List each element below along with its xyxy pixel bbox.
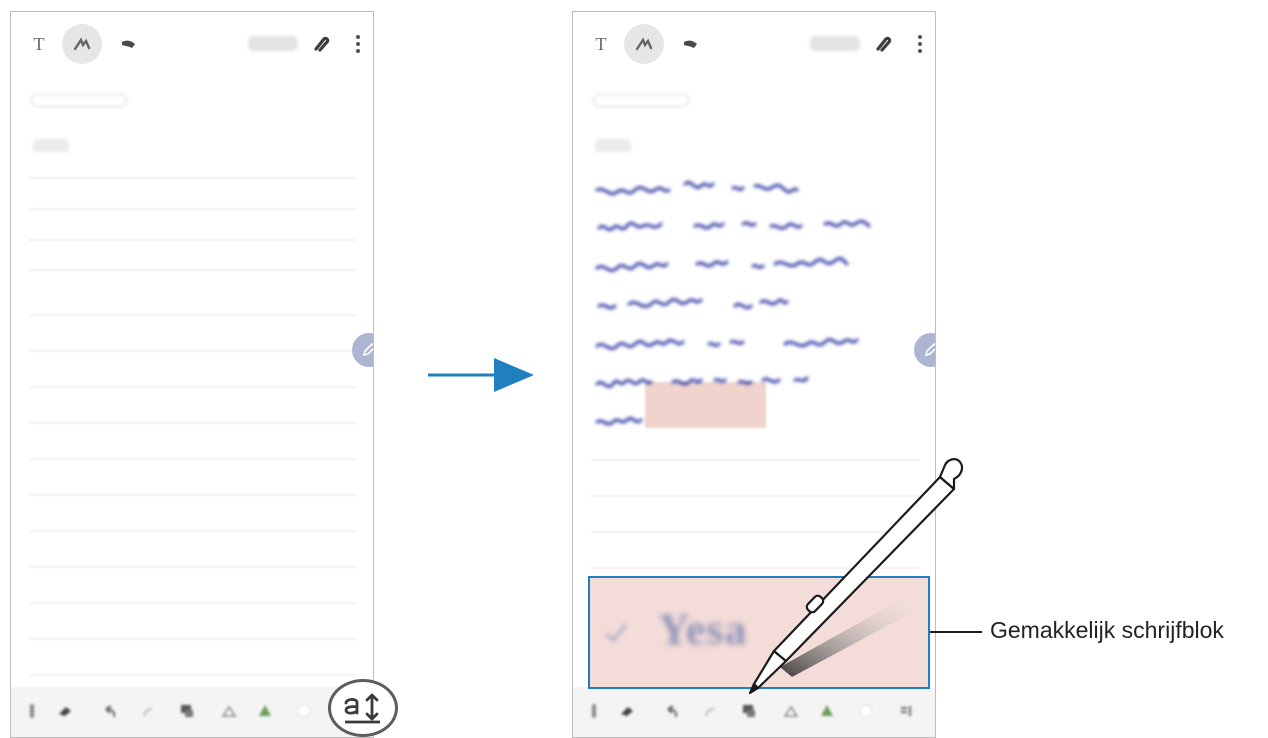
handwriting-strokes [595,181,871,426]
ruled-line [29,422,357,424]
ruled-line [29,530,357,532]
pen-mode-icon[interactable] [624,24,664,64]
palette-icon[interactable] [859,704,875,718]
s-pen-icon [748,458,964,695]
ruled-line [29,208,357,210]
more-options-icon[interactable] [346,32,370,56]
select-icon[interactable] [179,704,195,718]
top-toolbar: T [11,12,373,74]
ruled-line [29,239,357,241]
brush-mode-icon[interactable] [117,32,141,56]
easy-writing-pad-icon[interactable] [899,704,915,718]
ruled-line [29,674,357,676]
bottom-toolbar [11,687,373,737]
ruled-line [29,638,357,640]
color-icon[interactable] [819,704,835,718]
ruled-line [29,494,357,496]
eraser-icon[interactable] [619,704,635,718]
redo-icon[interactable] [141,704,157,718]
save-button[interactable] [810,36,860,51]
palette-icon[interactable] [297,704,313,718]
text-mode-glyph: T [33,33,45,54]
easy-writing-pad-icon [344,693,380,724]
text-mode-glyph: T [595,33,607,54]
ruled-line [29,350,357,352]
brush-mode-icon[interactable] [679,32,703,56]
callout-label: Gemakkelijk schrijfblok [990,617,1224,643]
ruled-line [29,177,357,179]
arrow-right-icon [428,358,534,392]
ruled-line [29,314,357,316]
left-phone-screen: T [10,11,374,738]
category-chip[interactable] [593,94,689,107]
shape-icon[interactable] [221,704,237,718]
category-chip[interactable] [31,94,127,107]
redo-icon[interactable] [703,704,719,718]
text-mode-icon[interactable]: T [27,32,51,56]
pen-settings-icon[interactable] [591,704,607,718]
more-options-icon[interactable] [908,32,932,56]
ruled-line [29,386,357,388]
pad-check-mark [605,624,628,643]
undo-icon[interactable] [665,704,681,718]
select-icon[interactable] [741,704,757,718]
attach-icon[interactable] [309,32,333,56]
pen-settings-icon[interactable] [29,704,45,718]
attach-icon[interactable] [871,32,895,56]
save-button[interactable] [248,36,298,51]
edit-fab-icon [362,342,373,357]
eraser-icon[interactable] [57,704,73,718]
ruled-line [29,602,357,604]
note-title[interactable] [33,139,69,152]
undo-icon[interactable] [103,704,119,718]
ruled-line [29,269,357,271]
ruled-line [29,566,357,568]
top-toolbar: T [573,12,935,74]
pen-mode-icon[interactable] [62,24,102,64]
easy-writing-pad-button[interactable] [328,679,398,737]
edit-fab-button[interactable] [352,333,373,367]
edit-fab-icon [924,342,935,357]
color-icon[interactable] [257,704,273,718]
shape-icon[interactable] [783,704,799,718]
text-mode-icon[interactable]: T [589,32,613,56]
ruled-line [29,458,357,460]
easy-pad-handwriting: Yesa [658,605,748,654]
note-title[interactable] [595,139,631,152]
callout-leader-line [930,631,982,633]
